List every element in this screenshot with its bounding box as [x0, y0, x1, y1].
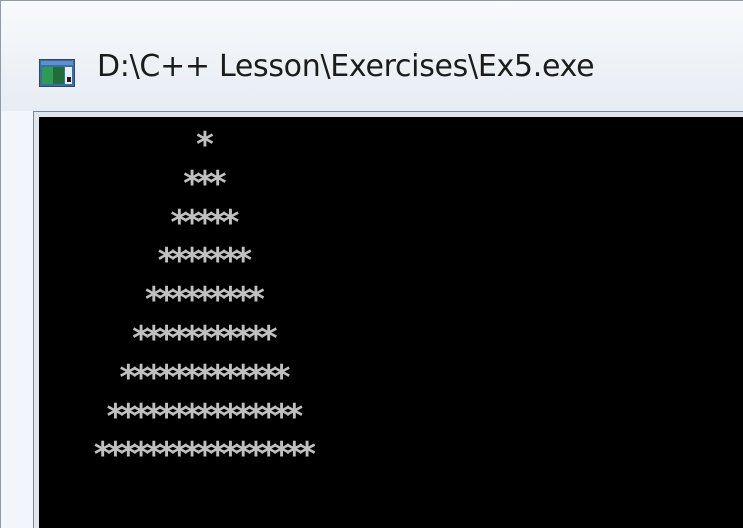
window-title: D:\C++ Lesson\Exercises\Ex5.exe: [97, 49, 595, 84]
console-window: D:\C++ Lesson\Exercises\Ex5.exe * *** **…: [0, 0, 743, 528]
title-bar[interactable]: D:\C++ Lesson\Exercises\Ex5.exe: [1, 1, 743, 111]
console-output: * *** ***** ******* ********* **********…: [92, 125, 318, 476]
console-window-icon[interactable]: [39, 59, 75, 87]
console-area[interactable]: * *** ***** ******* ********* **********…: [39, 117, 743, 528]
